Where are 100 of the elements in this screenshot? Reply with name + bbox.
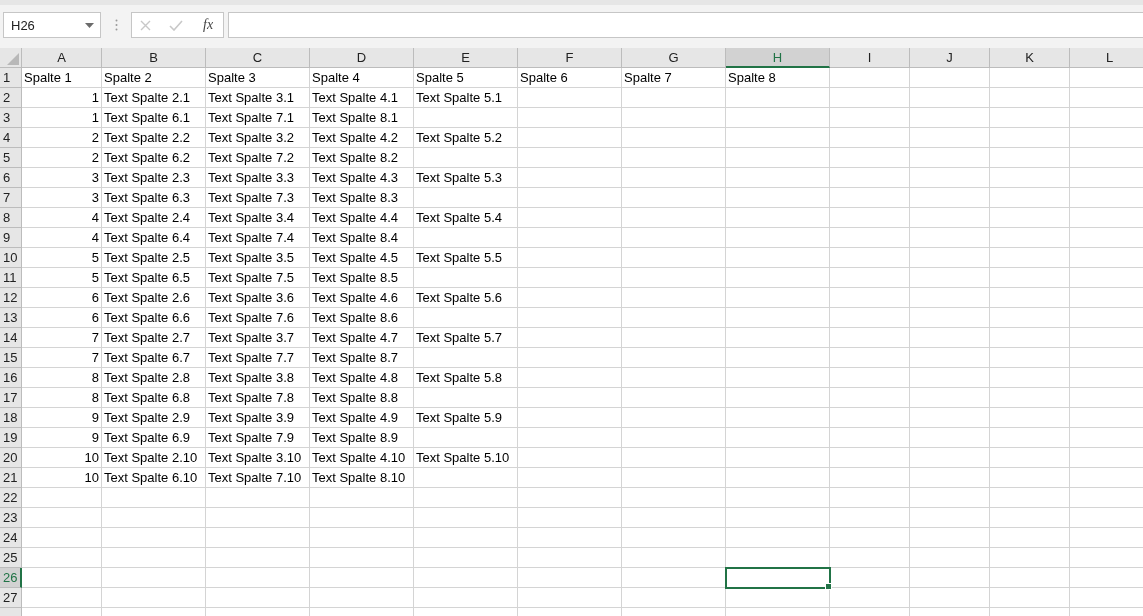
empty-cell[interactable] <box>622 388 726 408</box>
empty-cell[interactable] <box>990 268 1070 288</box>
empty-cell[interactable] <box>102 488 206 508</box>
empty-cell[interactable] <box>518 288 622 308</box>
empty-cell[interactable] <box>990 328 1070 348</box>
formula-input[interactable] <box>228 12 1143 38</box>
empty-cell[interactable] <box>518 128 622 148</box>
empty-cell[interactable] <box>990 68 1070 88</box>
row-header[interactable]: 16 <box>0 368 22 388</box>
empty-cell[interactable] <box>206 508 310 528</box>
row-header[interactable]: 12 <box>0 288 22 308</box>
empty-cell[interactable] <box>726 528 830 548</box>
empty-cell[interactable] <box>622 428 726 448</box>
empty-cell[interactable] <box>830 448 910 468</box>
column-header[interactable]: K <box>990 48 1070 68</box>
empty-cell[interactable] <box>518 108 622 128</box>
empty-cell[interactable] <box>910 68 990 88</box>
empty-cell[interactable] <box>622 188 726 208</box>
empty-cell[interactable] <box>910 108 990 128</box>
empty-cell[interactable] <box>990 348 1070 368</box>
row-header[interactable]: 13 <box>0 308 22 328</box>
empty-cell[interactable] <box>990 588 1070 608</box>
column-header[interactable]: A <box>22 48 102 68</box>
empty-cell[interactable] <box>910 228 990 248</box>
empty-cell[interactable] <box>622 348 726 368</box>
row-header[interactable]: 10 <box>0 248 22 268</box>
empty-cell[interactable] <box>518 408 622 428</box>
empty-cell[interactable] <box>622 588 726 608</box>
empty-cell[interactable] <box>910 468 990 488</box>
empty-cell[interactable] <box>990 448 1070 468</box>
empty-cell[interactable] <box>206 588 310 608</box>
empty-cell[interactable] <box>414 488 518 508</box>
row-header[interactable]: 6 <box>0 168 22 188</box>
empty-cell[interactable] <box>726 288 830 308</box>
empty-cell[interactable] <box>990 248 1070 268</box>
empty-cell[interactable] <box>622 368 726 388</box>
empty-cell[interactable] <box>518 348 622 368</box>
empty-cell[interactable] <box>102 528 206 548</box>
empty-cell[interactable] <box>102 588 206 608</box>
empty-cell[interactable] <box>990 488 1070 508</box>
empty-cell[interactable] <box>518 528 622 548</box>
empty-cell[interactable] <box>414 588 518 608</box>
empty-cell[interactable] <box>518 448 622 468</box>
empty-cell[interactable] <box>830 308 910 328</box>
row-header[interactable]: 7 <box>0 188 22 208</box>
empty-cell[interactable] <box>726 508 830 528</box>
empty-cell[interactable] <box>830 268 910 288</box>
column-header[interactable]: G <box>622 48 726 68</box>
empty-cell[interactable] <box>622 548 726 568</box>
empty-cell[interactable] <box>622 408 726 428</box>
empty-cell[interactable] <box>910 308 990 328</box>
row-header[interactable]: 25 <box>0 548 22 568</box>
empty-cell[interactable] <box>726 408 830 428</box>
empty-cell[interactable] <box>518 268 622 288</box>
empty-cell[interactable] <box>622 228 726 248</box>
row-header[interactable]: 1 <box>0 68 22 88</box>
empty-cell[interactable] <box>990 228 1070 248</box>
empty-cell[interactable] <box>990 108 1070 128</box>
empty-cell[interactable] <box>990 148 1070 168</box>
empty-cell[interactable] <box>910 208 990 228</box>
empty-cell[interactable] <box>414 148 518 168</box>
empty-cell[interactable] <box>830 168 910 188</box>
empty-cell[interactable] <box>622 148 726 168</box>
empty-cell[interactable] <box>518 588 622 608</box>
empty-cell[interactable] <box>622 488 726 508</box>
empty-cell[interactable] <box>518 308 622 328</box>
empty-cell[interactable] <box>990 208 1070 228</box>
empty-cell[interactable] <box>622 268 726 288</box>
empty-cell[interactable] <box>414 188 518 208</box>
row-header[interactable]: 9 <box>0 228 22 248</box>
row-header[interactable]: 11 <box>0 268 22 288</box>
column-header[interactable]: I <box>830 48 910 68</box>
row-header[interactable]: 14 <box>0 328 22 348</box>
empty-cell[interactable] <box>518 548 622 568</box>
empty-cell[interactable] <box>206 528 310 548</box>
empty-cell[interactable] <box>518 468 622 488</box>
empty-cell[interactable] <box>990 508 1070 528</box>
column-header[interactable]: H <box>726 48 830 68</box>
empty-cell[interactable] <box>414 228 518 248</box>
empty-cell[interactable] <box>910 268 990 288</box>
empty-cell[interactable] <box>414 528 518 548</box>
empty-cell[interactable] <box>830 188 910 208</box>
empty-cell[interactable] <box>518 368 622 388</box>
empty-cell[interactable] <box>518 148 622 168</box>
empty-cell[interactable] <box>830 248 910 268</box>
row-header[interactable]: 17 <box>0 388 22 408</box>
row-header[interactable]: 22 <box>0 488 22 508</box>
empty-cell[interactable] <box>414 468 518 488</box>
row-header[interactable]: 8 <box>0 208 22 228</box>
empty-cell[interactable] <box>518 168 622 188</box>
empty-cell[interactable] <box>518 508 622 528</box>
row-header[interactable]: 21 <box>0 468 22 488</box>
row-header[interactable]: 2 <box>0 88 22 108</box>
empty-cell[interactable] <box>726 208 830 228</box>
empty-cell[interactable] <box>830 408 910 428</box>
empty-cell[interactable] <box>830 368 910 388</box>
empty-cell[interactable] <box>726 468 830 488</box>
row-header[interactable]: 18 <box>0 408 22 428</box>
empty-cell[interactable] <box>990 368 1070 388</box>
empty-cell[interactable] <box>414 548 518 568</box>
